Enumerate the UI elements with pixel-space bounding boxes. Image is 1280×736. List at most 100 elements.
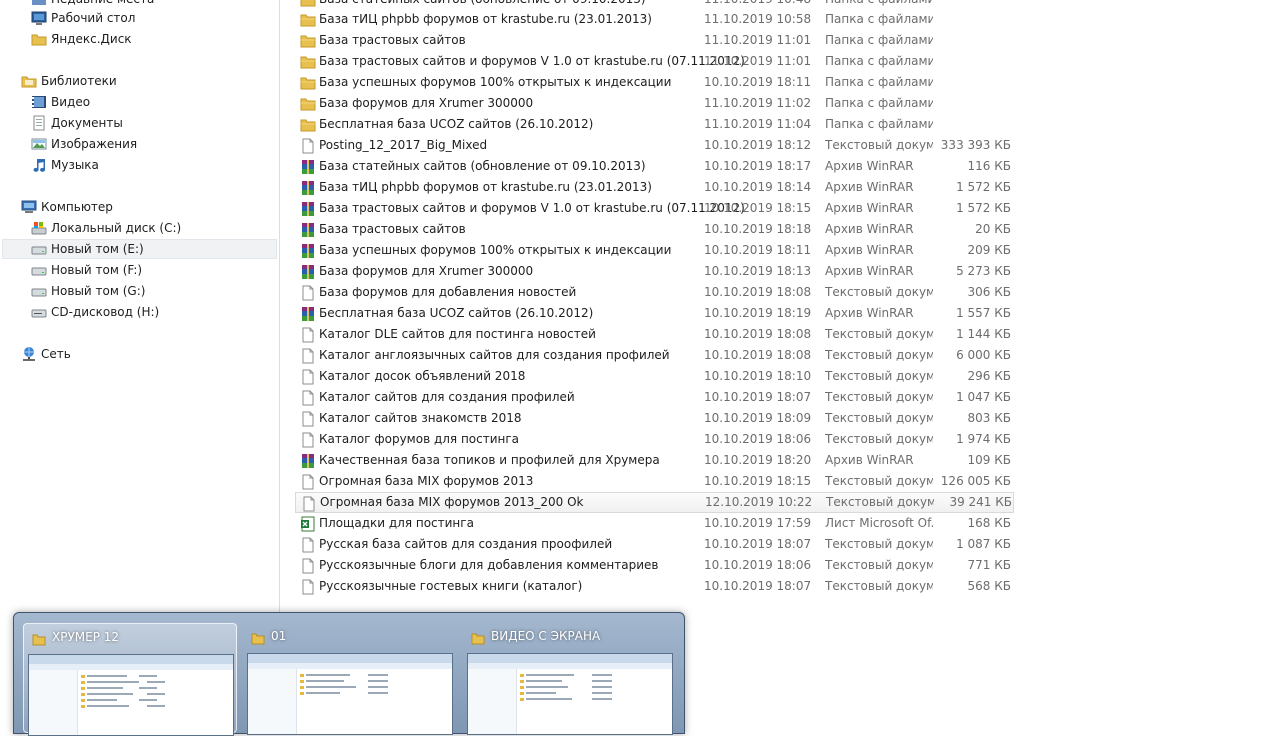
file-date: 11.10.2019 11:01 bbox=[704, 33, 812, 47]
nav-item-label: Сеть bbox=[41, 347, 71, 361]
file-name: Огромная база MIX форумов 2013_200 Ok bbox=[320, 495, 584, 509]
file-date: 10.10.2019 18:08 bbox=[704, 348, 812, 362]
thumbnail-title: ВИДЕО С ЭКРАНА bbox=[491, 629, 601, 643]
file-row[interactable]: База трастовых сайтов 10.10.2019 18:18 Арх… bbox=[295, 219, 1015, 240]
file-name: Огромная база MIX форумов 2013 bbox=[319, 474, 534, 488]
nav-item-label: Музыка bbox=[51, 158, 99, 172]
thumbnail-window-1[interactable]: ХРУМЕР 12 bbox=[23, 623, 237, 736]
file-row[interactable]: Бесплатная база UCOZ сайтов (26.10.2012)… bbox=[295, 114, 1015, 135]
text-document-icon bbox=[301, 496, 317, 512]
file-type: Текстовый докум... bbox=[825, 138, 933, 152]
file-date: 10.10.2019 18:20 bbox=[704, 453, 812, 467]
thumbnail-window-2[interactable]: 01 bbox=[243, 623, 457, 735]
file-size: 568 КБ bbox=[967, 579, 1011, 593]
file-date: 11.10.2019 11:02 bbox=[704, 96, 812, 110]
file-row[interactable]: База форумов для добавления новостей 10.1… bbox=[295, 282, 1015, 303]
file-row[interactable]: База форумов для Xrumer 300000 10.10.2019… bbox=[295, 261, 1015, 282]
folder-icon bbox=[471, 631, 485, 645]
file-name: База форумов для Xrumer 300000 bbox=[319, 96, 534, 110]
file-type: Папка с файлами bbox=[825, 117, 933, 131]
file-name: Каталог сайтов для создания профилей bbox=[319, 390, 575, 404]
file-row[interactable]: База статейных сайтов (обновление от 09.… bbox=[295, 156, 1015, 177]
window-preview bbox=[467, 653, 673, 735]
file-size: 1 557 КБ bbox=[956, 306, 1011, 320]
file-date: 10.10.2019 18:14 bbox=[704, 180, 812, 194]
file-row[interactable]: Русскоязычные гостевых книги (каталог) 10… bbox=[295, 576, 1015, 597]
libraries-icon bbox=[21, 73, 37, 89]
file-row[interactable]: Огромная база MIX форумов 2013 10.10.2019… bbox=[295, 471, 1015, 492]
file-date: 10.10.2019 18:06 bbox=[704, 558, 812, 572]
file-name: База трастовых сайтов bbox=[319, 222, 466, 236]
file-row[interactable]: Русскоязычные блоги для добавления комме… bbox=[295, 555, 1015, 576]
text-document-icon bbox=[300, 390, 316, 406]
text-document-icon bbox=[300, 579, 316, 595]
file-row[interactable]: Posting_12_2017_Big_Mixed 10.10.2019 18:1… bbox=[295, 135, 1015, 156]
file-size: 126 005 КБ bbox=[940, 474, 1011, 488]
file-name: Качественная база топиков и профилей для… bbox=[319, 453, 660, 467]
video-library-icon bbox=[31, 94, 47, 110]
text-document-icon bbox=[300, 474, 316, 490]
file-row-selected[interactable]: Огромная база MIX форумов 2013_200 Ok 12.… bbox=[295, 492, 1014, 513]
file-size: 1 087 КБ bbox=[956, 537, 1011, 551]
file-size: 1 572 КБ bbox=[956, 180, 1011, 194]
winrar-archive-icon bbox=[300, 201, 316, 217]
file-name: Каталог досок объявлений 2018 bbox=[319, 369, 526, 383]
file-row[interactable]: База тИЦ phpbb форумов от krastube.ru (2… bbox=[295, 9, 1015, 30]
file-size: 168 КБ bbox=[967, 516, 1011, 530]
file-row[interactable]: База трастовых сайтов 11.10.2019 11:01 Пап… bbox=[295, 30, 1015, 51]
thumbnail-title: ХРУМЕР 12 bbox=[52, 630, 120, 644]
winrar-archive-icon bbox=[300, 243, 316, 259]
file-row[interactable]: Каталог форумов для постинга 10.10.2019 1… bbox=[295, 429, 1015, 450]
file-size: 209 КБ bbox=[967, 243, 1011, 257]
file-row[interactable]: Бесплатная база UCOZ сайтов (26.10.2012)… bbox=[295, 303, 1015, 324]
file-size: 771 КБ bbox=[967, 558, 1011, 572]
file-name: Русскоязычные блоги для добавления комме… bbox=[319, 558, 659, 572]
file-row[interactable]: Русская база сайтов для создания проофил… bbox=[295, 534, 1015, 555]
thumbnail-window-3[interactable]: ВИДЕО С ЭКРАНА bbox=[463, 623, 677, 735]
folder-icon bbox=[300, 54, 316, 70]
nav-item-label: Изображения bbox=[51, 137, 138, 151]
taskbar-thumbnail-popup: ХРУМЕР 12 01 ВИДЕО С ЭКРАНА bbox=[13, 612, 685, 736]
file-type: Архив WinRAR bbox=[825, 159, 914, 173]
folder-icon bbox=[300, 96, 316, 112]
file-row[interactable]: Каталог англоязычных сайтов для создания… bbox=[295, 345, 1015, 366]
file-date: 10.10.2019 18:06 bbox=[704, 432, 812, 446]
file-row[interactable]: Каталог DLE сайтов для постинга новостей… bbox=[295, 324, 1015, 345]
file-row[interactable]: База успешных форумов 100% открытых к ин… bbox=[295, 240, 1015, 261]
file-name: Русскоязычные гостевых книги (каталог) bbox=[319, 579, 583, 593]
file-date: 10.10.2019 18:07 bbox=[704, 579, 812, 593]
music-library-icon bbox=[31, 157, 47, 173]
file-date: 10.10.2019 18:11 bbox=[704, 75, 812, 89]
text-document-icon bbox=[300, 558, 316, 574]
thumbnail-title: 01 bbox=[271, 629, 287, 643]
file-name: Каталог англоязычных сайтов для создания… bbox=[319, 348, 670, 362]
file-row[interactable]: Качественная база топиков и профилей для… bbox=[295, 450, 1015, 471]
file-date: 10.10.2019 18:07 bbox=[704, 537, 812, 551]
file-date: 11.10.2019 11:01 bbox=[704, 54, 812, 68]
file-date: 10.10.2019 18:07 bbox=[704, 390, 812, 404]
file-type: Архив WinRAR bbox=[825, 201, 914, 215]
file-row[interactable]: База успешных форумов 100% открытых к ин… bbox=[295, 72, 1015, 93]
file-row[interactable]: Каталог сайтов для создания профилей 10.1… bbox=[295, 387, 1015, 408]
file-date: 10.10.2019 18:09 bbox=[704, 411, 812, 425]
file-row[interactable]: Каталог досок объявлений 2018 10.10.2019 … bbox=[295, 366, 1015, 387]
text-document-icon bbox=[300, 411, 316, 427]
file-row[interactable]: Площадки для постинга 10.10.2019 17:59 Лис… bbox=[295, 513, 1015, 534]
file-row[interactable]: База трастовых сайтов и форумов V 1.0 от… bbox=[295, 51, 1015, 72]
file-row[interactable]: База трастовых сайтов и форумов V 1.0 от… bbox=[295, 198, 1015, 219]
file-row[interactable]: База тИЦ phpbb форумов от krastube.ru (2… bbox=[295, 177, 1015, 198]
nav-item-label: Новый том (E:) bbox=[51, 242, 144, 256]
recent-places-icon bbox=[31, 0, 47, 7]
text-document-icon bbox=[300, 537, 316, 553]
file-row[interactable]: Каталог сайтов знакомств 2018 10.10.2019 … bbox=[295, 408, 1015, 429]
excel-sheet-icon bbox=[300, 516, 316, 532]
file-name: Бесплатная база UCOZ сайтов (26.10.2012) bbox=[319, 306, 594, 320]
folder-icon bbox=[300, 0, 316, 8]
text-document-icon bbox=[300, 285, 316, 301]
window-preview bbox=[247, 653, 453, 735]
file-type: Текстовый докум... bbox=[825, 537, 933, 551]
network-icon bbox=[21, 346, 37, 362]
file-row[interactable]: База форумов для Xrumer 300000 11.10.2019… bbox=[295, 93, 1015, 114]
file-date: 12.10.2019 10:22 bbox=[705, 495, 813, 509]
file-date: 10.10.2019 18:17 bbox=[704, 159, 812, 173]
